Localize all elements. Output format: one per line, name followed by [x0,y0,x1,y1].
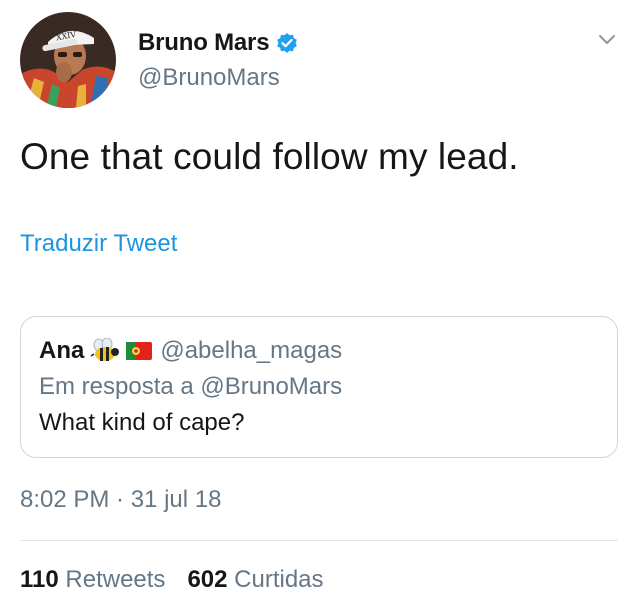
likes-label: Curtidas [234,566,324,593]
quoted-author-handle: @abelha_magas [160,337,343,364]
tweet-timestamp[interactable]: 8:02 PM · 31 jul 18 [20,486,221,514]
bee-emoji-icon [90,338,120,364]
quoted-author-name: Ana [39,337,85,364]
profile-photo: XXIV [20,12,116,108]
reply-context: Em resposta a @BrunoMars [39,373,343,400]
quoted-tweet-text: What kind of cape? [39,409,245,436]
tweet-stats: 110 Retweets 602 Curtidas [20,566,324,594]
quoted-tweet-header: Ana @abelha_magas [39,337,342,365]
retweets-label: Retweets [65,566,166,593]
verified-badge-icon [276,32,298,54]
author-display-name[interactable]: Bruno Mars [138,29,270,57]
chevron-down-icon[interactable] [596,28,618,50]
divider [20,540,618,541]
likes-count: 602 [187,566,235,593]
avatar[interactable]: XXIV [20,12,116,108]
translate-tweet-link[interactable]: Traduzir Tweet [20,230,177,258]
tweet-author: Bruno Mars @BrunoMars [138,28,298,92]
likes-stat[interactable]: 602 Curtidas [187,566,323,594]
quoted-tweet[interactable]: Ana @abelha_magas Em resposta a @BrunoMa… [20,316,618,458]
portugal-flag-icon [126,342,153,360]
tweet-text: One that could follow my lead. [20,136,519,177]
retweets-stat[interactable]: 110 Retweets [20,566,165,594]
retweets-count: 110 [20,566,66,593]
author-handle[interactable]: @BrunoMars [138,64,298,92]
